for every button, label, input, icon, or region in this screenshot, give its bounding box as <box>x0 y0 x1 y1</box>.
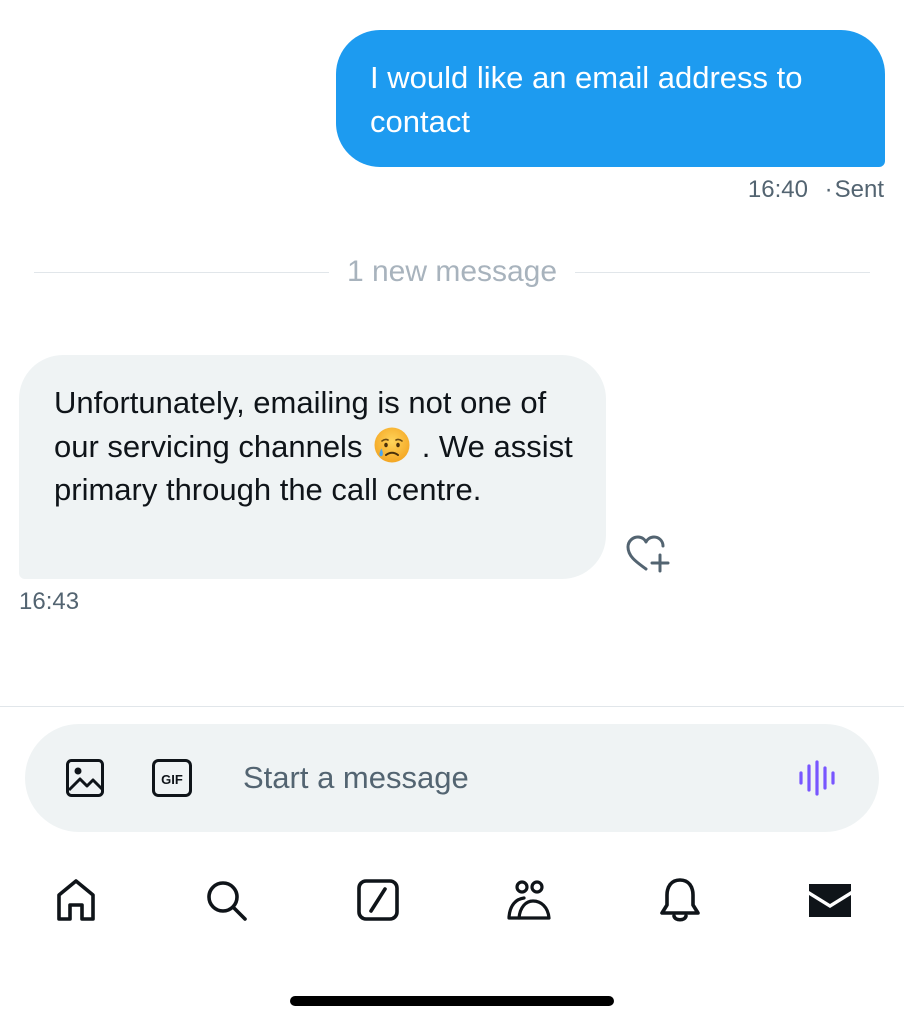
divider-line-right <box>575 271 870 273</box>
grok-icon <box>357 879 399 921</box>
divider-line-left <box>34 271 329 273</box>
sent-message-meta: 16:40 ·Sent <box>748 176 884 204</box>
communities-icon <box>507 880 551 920</box>
new-message-divider-label: 1 new message <box>346 255 558 288</box>
composer-separator <box>0 706 904 707</box>
notifications-icon <box>660 878 700 922</box>
bottom-tab-bar <box>0 872 904 932</box>
add-reaction-heart-icon[interactable] <box>624 533 672 575</box>
voice-message-icon[interactable] <box>797 758 841 798</box>
meta-separator: · <box>824 176 833 203</box>
search-icon <box>207 881 247 921</box>
received-message-bubble[interactable]: Unfortunately, emailing is not one of ou… <box>19 355 606 579</box>
sent-message-time: 16:40 <box>747 176 808 203</box>
sent-message-text: I would like an email address to contact <box>370 60 803 139</box>
home-indicator <box>290 996 614 1006</box>
message-composer: GIF <box>25 724 879 832</box>
tab-messages[interactable] <box>800 872 860 928</box>
received-message-time: 16:43 <box>19 588 80 615</box>
messages-icon <box>809 884 851 917</box>
sent-message-status: Sent <box>834 176 884 203</box>
new-message-divider: 1 new message <box>34 250 870 294</box>
image-icon[interactable] <box>65 758 105 798</box>
tab-home[interactable] <box>46 872 106 928</box>
tab-notifications[interactable] <box>650 872 710 928</box>
sent-message-bubble[interactable]: I would like an email address to contact <box>336 30 885 167</box>
tab-communities[interactable] <box>499 872 559 928</box>
gif-button[interactable]: GIF <box>151 758 193 798</box>
gif-label: GIF <box>161 772 183 787</box>
home-icon <box>57 879 95 921</box>
sad-but-relieved-face-icon <box>373 426 411 464</box>
tab-grok[interactable] <box>348 872 408 928</box>
tab-search[interactable] <box>196 872 256 928</box>
message-input[interactable] <box>243 754 763 802</box>
